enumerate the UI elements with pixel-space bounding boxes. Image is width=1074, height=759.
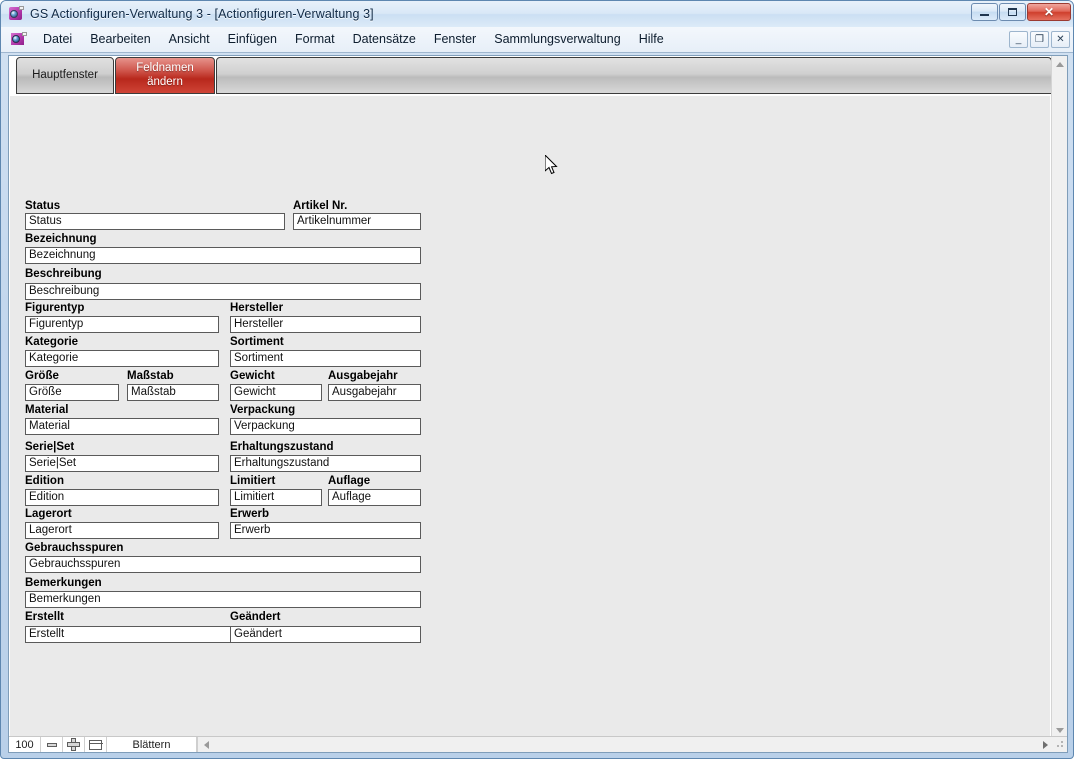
menu-item-hilfe[interactable]: Hilfe (630, 30, 673, 49)
label-lagerort: Lagerort (25, 508, 72, 520)
scroll-left-arrow[interactable] (198, 737, 214, 752)
tab-hauptfenster[interactable]: Hauptfenster (16, 57, 114, 94)
application-window: GS Actionfiguren-Verwaltung 3 - [Actionf… (0, 0, 1074, 759)
maximize-icon (1008, 8, 1017, 16)
label-erhaltungszustand: Erhaltungszustand (230, 441, 334, 453)
document-client-area: Hauptfenster Feldnamen ändern Status Sta… (8, 55, 1068, 753)
field-serie-set[interactable]: Serie|Set (25, 455, 219, 472)
label-limitiert: Limitiert (230, 475, 276, 487)
menu-item-bearbeiten[interactable]: Bearbeiten (81, 30, 159, 49)
label-geaendert: Geändert (230, 611, 281, 623)
field-status[interactable]: Status (25, 213, 285, 230)
label-gebrauchsspuren: Gebrauchsspuren (25, 542, 124, 554)
field-erwerb[interactable]: Erwerb (230, 522, 421, 539)
menu-item-sammlungsverwaltung[interactable]: Sammlungsverwaltung (485, 30, 629, 49)
field-bemerkungen[interactable]: Bemerkungen (25, 591, 421, 608)
window-title: GS Actionfiguren-Verwaltung 3 - [Actionf… (30, 7, 374, 21)
label-edition: Edition (25, 475, 64, 487)
horizontal-scrollbar[interactable] (197, 737, 1067, 752)
menu-bar: Datei Bearbeiten Ansicht Einfügen Format… (1, 27, 1073, 53)
tab-feldnamen-line1: Feldnamen (136, 62, 194, 75)
label-erwerb: Erwerb (230, 508, 269, 520)
field-sortiment[interactable]: Sortiment (230, 350, 421, 367)
field-kategorie[interactable]: Kategorie (25, 350, 219, 367)
layout-tab-strip: Hauptfenster Feldnamen ändern (16, 57, 1052, 94)
label-auflage: Auflage (328, 475, 371, 487)
resize-grip[interactable] (1053, 737, 1067, 752)
field-artikel-nr[interactable]: Artikelnummer (293, 213, 421, 230)
scroll-right-arrow[interactable] (1037, 737, 1053, 752)
tab-feldnamen-line2: ändern (147, 75, 183, 88)
zoom-level-value[interactable]: 100 (9, 737, 41, 752)
plus-icon (67, 738, 80, 751)
field-erhaltungszustand[interactable]: Erhaltungszustand (230, 455, 421, 472)
maximize-button[interactable] (999, 3, 1026, 21)
menu-item-format[interactable]: Format (286, 30, 344, 49)
minimize-button[interactable] (971, 3, 998, 21)
minimize-icon (980, 13, 989, 16)
label-bemerkungen: Bemerkungen (25, 577, 102, 589)
document-camera-icon[interactable] (11, 32, 27, 47)
field-groesse[interactable]: Größe (25, 384, 119, 401)
field-bezeichnung[interactable]: Bezeichnung (25, 247, 421, 264)
field-geaendert[interactable]: Geändert (230, 626, 421, 643)
tab-strip-filler (216, 57, 1052, 94)
view-mode-label[interactable]: Blättern (107, 737, 197, 752)
label-sortiment: Sortiment (230, 336, 284, 348)
menu-item-datensaetze[interactable]: Datensätze (344, 30, 425, 49)
field-gebrauchsspuren[interactable]: Gebrauchsspuren (25, 556, 421, 573)
label-erstellt: Erstellt (25, 611, 64, 623)
menu-item-ansicht[interactable]: Ansicht (160, 30, 219, 49)
field-ausgabejahr[interactable]: Ausgabejahr (328, 384, 421, 401)
label-verpackung: Verpackung (230, 404, 296, 416)
menu-item-einfuegen[interactable]: Einfügen (219, 30, 286, 49)
window-controls: ✕ (971, 3, 1071, 21)
field-verpackung[interactable]: Verpackung (230, 418, 421, 435)
field-massstab[interactable]: Maßstab (127, 384, 219, 401)
zoom-out-button[interactable] (41, 737, 63, 752)
mdi-close-button[interactable]: ✕ (1051, 31, 1070, 48)
status-bar: 100 Blättern (9, 736, 1067, 752)
field-material[interactable]: Material (25, 418, 219, 435)
label-groesse: Größe (25, 370, 59, 382)
field-limitiert[interactable]: Limitiert (230, 489, 322, 506)
label-kategorie: Kategorie (25, 336, 79, 348)
form-canvas: Status Status Artikel Nr. Artikelnummer … (10, 96, 1050, 738)
label-massstab: Maßstab (127, 370, 174, 382)
label-ausgabejahr: Ausgabejahr (328, 370, 398, 382)
page-layout-icon (89, 739, 103, 750)
mouse-cursor (544, 153, 559, 176)
mdi-window-controls: _ ❐ ✕ (1009, 31, 1070, 48)
field-beschreibung[interactable]: Beschreibung (25, 283, 421, 300)
field-auflage[interactable]: Auflage (328, 489, 421, 506)
tab-feldnamen-aendern[interactable]: Feldnamen ändern (115, 57, 215, 94)
mdi-restore-button[interactable]: ❐ (1030, 31, 1049, 48)
field-edition[interactable]: Edition (25, 489, 219, 506)
page-layout-button[interactable] (85, 737, 107, 752)
label-gewicht: Gewicht (230, 370, 275, 382)
close-button[interactable]: ✕ (1027, 3, 1071, 21)
vertical-scrollbar[interactable] (1051, 56, 1067, 738)
label-figurentyp: Figurentyp (25, 302, 85, 314)
mdi-minimize-button[interactable]: _ (1009, 31, 1028, 48)
camera-icon (8, 6, 24, 22)
label-hersteller: Hersteller (230, 302, 284, 314)
menu-item-datei[interactable]: Datei (34, 30, 81, 49)
title-bar[interactable]: GS Actionfiguren-Verwaltung 3 - [Actionf… (1, 1, 1073, 27)
field-hersteller[interactable]: Hersteller (230, 316, 421, 333)
scroll-up-arrow[interactable] (1052, 56, 1067, 72)
field-figurentyp[interactable]: Figurentyp (25, 316, 219, 333)
label-bezeichnung: Bezeichnung (25, 233, 97, 245)
minus-icon (46, 742, 57, 747)
label-status: Status (25, 200, 61, 212)
label-beschreibung: Beschreibung (25, 268, 102, 280)
label-serie-set: Serie|Set (25, 441, 75, 453)
label-material: Material (25, 404, 69, 416)
field-gewicht[interactable]: Gewicht (230, 384, 322, 401)
field-lagerort[interactable]: Lagerort (25, 522, 219, 539)
zoom-in-button[interactable] (63, 737, 85, 752)
menu-item-fenster[interactable]: Fenster (425, 30, 485, 49)
label-artikel-nr: Artikel Nr. (293, 200, 348, 212)
